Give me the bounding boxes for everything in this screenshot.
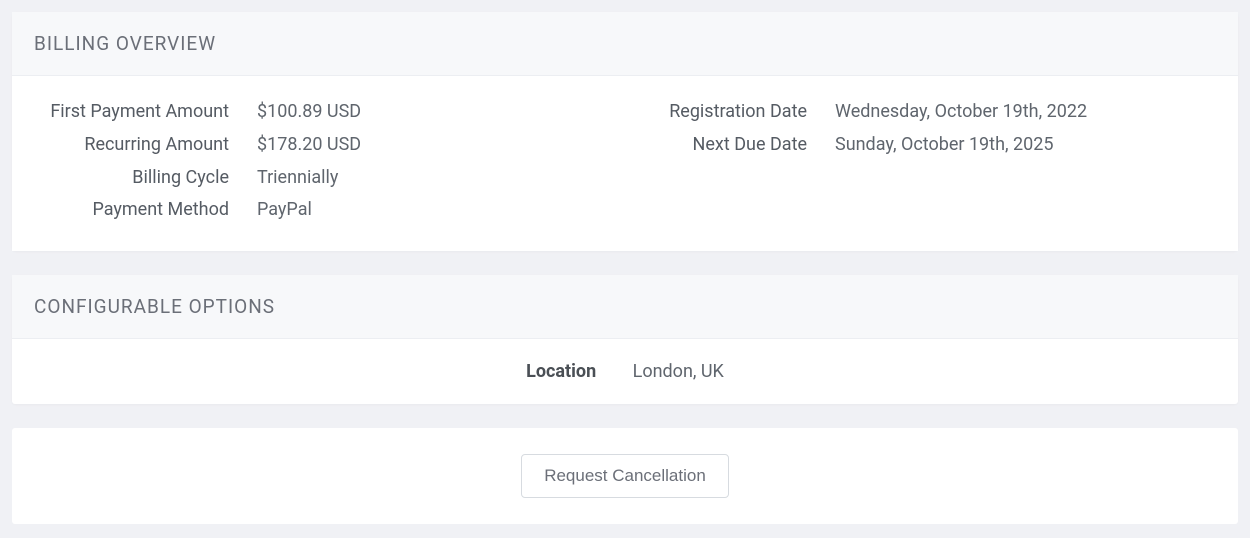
configurable-options-card: CONFIGURABLE OPTIONS Location London, UK <box>12 275 1238 404</box>
billing-cycle-row: Billing Cycle Triennially <box>42 164 595 193</box>
first-payment-row: First Payment Amount $100.89 USD <box>42 98 595 127</box>
next-due-date-row: Next Due Date Sunday, October 19th, 2025 <box>655 131 1208 160</box>
request-cancellation-button[interactable]: Request Cancellation <box>521 454 729 498</box>
registration-date-label: Registration Date <box>655 98 835 127</box>
billing-overview-body: First Payment Amount $100.89 USD Recurri… <box>12 76 1238 251</box>
location-label: Location <box>526 361 596 382</box>
recurring-amount-value: $178.20 USD <box>257 131 595 160</box>
billing-overview-card: BILLING OVERVIEW First Payment Amount $1… <box>12 12 1238 251</box>
payment-method-row: Payment Method PayPal <box>42 196 595 225</box>
billing-cycle-label: Billing Cycle <box>42 164 257 193</box>
billing-cycle-value: Triennially <box>257 164 595 193</box>
next-due-date-value: Sunday, October 19th, 2025 <box>835 131 1208 160</box>
first-payment-value: $100.89 USD <box>257 98 595 127</box>
configurable-options-body: Location London, UK <box>12 339 1238 404</box>
recurring-amount-label: Recurring Amount <box>42 131 257 160</box>
recurring-amount-row: Recurring Amount $178.20 USD <box>42 131 595 160</box>
next-due-date-label: Next Due Date <box>655 131 835 160</box>
location-value: London, UK <box>633 361 724 382</box>
billing-overview-title: BILLING OVERVIEW <box>12 12 1238 76</box>
registration-date-row: Registration Date Wednesday, October 19t… <box>655 98 1208 127</box>
registration-date-value: Wednesday, October 19th, 2022 <box>835 98 1208 127</box>
payment-method-label: Payment Method <box>42 196 257 225</box>
action-card: Request Cancellation <box>12 428 1238 524</box>
payment-method-value: PayPal <box>257 196 595 225</box>
configurable-options-title: CONFIGURABLE OPTIONS <box>12 275 1238 339</box>
first-payment-label: First Payment Amount <box>42 98 257 127</box>
